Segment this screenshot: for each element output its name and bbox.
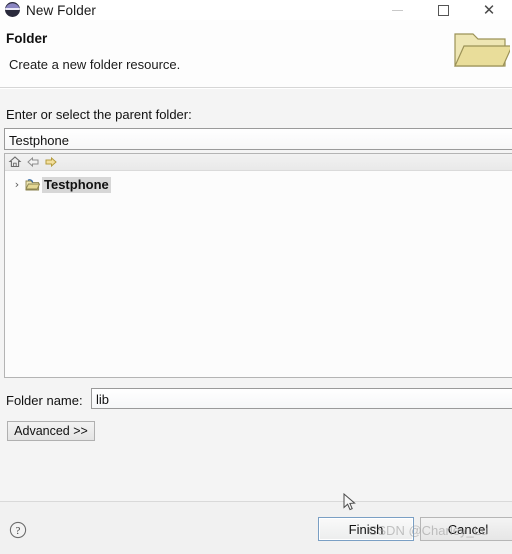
svg-text:?: ?: [16, 526, 21, 537]
dialog-body: Enter or select the parent folder: Testp…: [0, 89, 512, 501]
title-bar: New Folder ✕: [0, 0, 512, 20]
page-title: Folder: [6, 31, 48, 46]
window-title: New Folder: [26, 2, 97, 18]
tree-toolbar: [5, 154, 512, 171]
finish-button[interactable]: Finish: [318, 517, 414, 541]
forward-arrow-icon[interactable]: [44, 155, 58, 169]
folder-tree[interactable]: › Testphone: [5, 171, 512, 377]
parent-folder-label: Enter or select the parent folder:: [6, 107, 192, 122]
eclipse-icon: [4, 1, 21, 18]
home-icon[interactable]: [8, 155, 22, 169]
tree-item-testphone[interactable]: › Testphone: [11, 176, 111, 193]
parent-folder-input[interactable]: [4, 128, 512, 150]
chevron-right-icon[interactable]: ›: [11, 178, 23, 191]
folder-name-label: Folder name:: [6, 393, 83, 408]
folder-name-input[interactable]: [91, 388, 512, 409]
page-description: Create a new folder resource.: [9, 57, 181, 72]
maximize-icon[interactable]: [420, 0, 466, 20]
tree-item-label: Testphone: [42, 176, 111, 193]
close-icon[interactable]: ✕: [466, 0, 512, 20]
minimize-icon[interactable]: [374, 0, 420, 20]
back-arrow-icon[interactable]: [26, 155, 40, 169]
project-folder-icon: [25, 178, 41, 192]
cancel-button[interactable]: Cancel: [420, 517, 512, 541]
dialog-header: Folder Create a new folder resource.: [0, 20, 512, 88]
window-controls: ✕: [374, 0, 512, 20]
new-folder-dialog: New Folder ✕ Folder Create a new folder …: [0, 0, 512, 554]
help-icon[interactable]: ?: [9, 521, 27, 539]
open-folder-icon: [452, 26, 512, 72]
advanced-button[interactable]: Advanced >>: [7, 421, 95, 441]
folder-tree-panel: › Testphone: [4, 153, 512, 378]
